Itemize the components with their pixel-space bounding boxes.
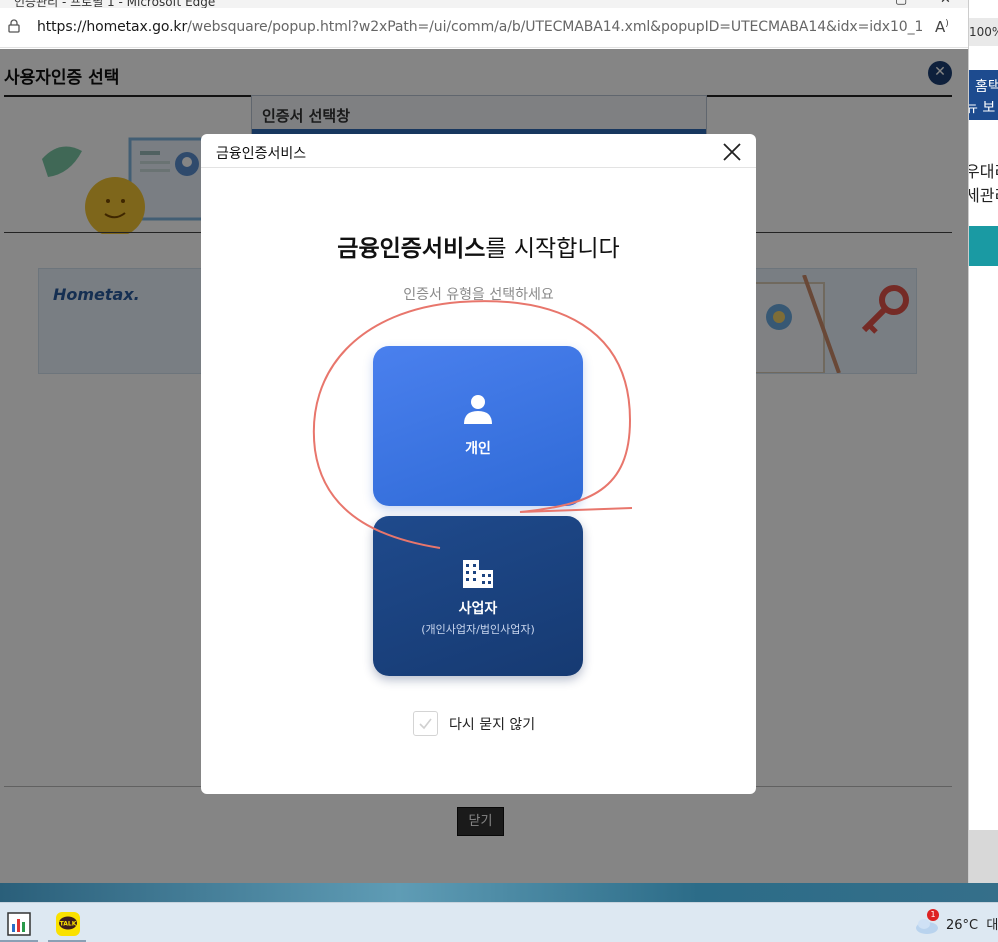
financial-cert-modal: 금융인증서비스 금융인증서비스를 시작합니다 인증서 유형을 선택하세요 개인 … [201,134,756,794]
business-sublabel: (개인사업자/법인사업자) [421,623,535,636]
check-icon [419,718,432,730]
modal-header: 금융인증서비스 [201,134,756,168]
personal-card-button[interactable]: 개인 [373,346,583,506]
background-text: 세관리 [969,186,998,205]
taskbar-app-chart[interactable] [0,907,38,942]
close-window-icon[interactable]: ✕ [940,0,951,7]
person-icon [464,395,492,424]
window-titlebar: 인증관리 - 프로필 1 - Microsoft Edge ▢ ✕ [0,0,968,8]
read-aloud-icon[interactable]: A) [935,18,949,36]
svg-text:TALK: TALK [60,921,77,928]
nav-text: 홈택 [975,79,998,95]
modal-title: 금융인증서비스 [216,146,307,162]
background-window: 100% 홈택 뉴 보 우대리 세관리 [968,0,998,900]
url-text[interactable]: https://hometax.go.kr/websquare/popup.ht… [37,19,922,35]
taskbar: TALK 1 26°C 대 [0,902,998,942]
modal-subtitle: 인증서 유형을 선택하세요 [403,287,554,303]
nav-text: 뉴 보 [968,100,996,116]
kakaotalk-icon: TALK [56,912,80,936]
background-text: 우대리 [969,162,998,181]
modal-heading: 금융인증서비스를 시작합니다 [337,236,620,262]
personal-label: 개인 [465,441,491,457]
taskbar-app-kakaotalk[interactable]: TALK [48,907,86,942]
zoom-level[interactable]: 100% [969,18,998,46]
notification-badge: 1 [927,909,939,921]
business-card-button[interactable]: 사업자 (개인사업자/법인사업자) [373,516,583,676]
lock-icon [8,19,20,33]
background-bar [969,226,998,266]
background-nav: 홈택 뉴 보 [969,70,998,120]
building-icon [463,560,493,588]
dont-ask-checkbox[interactable] [413,711,438,736]
chart-app-icon [7,912,31,936]
restore-icon[interactable]: ▢ [895,0,907,7]
business-label: 사업자 [458,601,498,617]
close-icon[interactable] [722,142,742,162]
window-title: 인증관리 - 프로필 1 - Microsoft Edge [14,0,216,8]
dont-ask-label[interactable]: 다시 묻지 않기 [449,714,535,734]
temperature: 26°C 대 [946,918,998,933]
desktop-wallpaper [0,883,998,903]
address-bar[interactable]: https://hometax.go.kr/websquare/popup.ht… [0,8,968,48]
